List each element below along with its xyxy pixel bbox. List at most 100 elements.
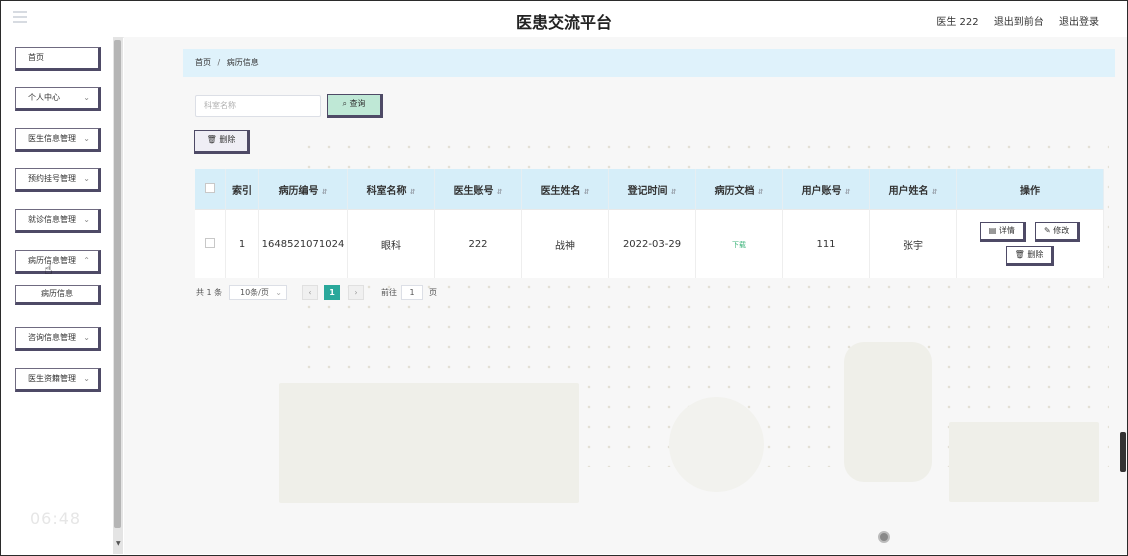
sidebar-subitem-medical-record-info[interactable]: 病历信息 xyxy=(15,285,101,305)
side-handle[interactable] xyxy=(1120,432,1126,472)
download-link[interactable]: 下载 xyxy=(732,241,746,249)
chevron-right-icon: › xyxy=(354,288,358,297)
column-header-user-name[interactable]: 用户姓名 ⇵ xyxy=(869,169,957,210)
sidebar-item-label: 就诊信息管理 xyxy=(28,215,76,224)
batch-delete-button[interactable]: 🗑 删除 xyxy=(194,130,250,154)
document-cell: 下载 xyxy=(695,209,783,278)
sidebar-item-profile[interactable]: 个人中心 ⌄ xyxy=(15,87,101,111)
select-all-cell xyxy=(195,169,226,210)
department-search-input[interactable]: 科室名称 xyxy=(195,95,321,117)
video-timestamp: 06:48 xyxy=(30,509,82,528)
date-cell: 2022-03-29 xyxy=(608,209,696,278)
chevron-down-icon: ⌄ xyxy=(83,174,90,183)
sidebar-scrollbar-thumb[interactable] xyxy=(114,40,121,528)
user-label: 医生 222 xyxy=(936,17,979,28)
sort-icon[interactable]: ⇵ xyxy=(758,188,764,196)
sidebar: 首页 个人中心 ⌄ 医生信息管理 ⌄ 预约挂号管理 ⌄ 就诊信息管理 ⌄ 病历信… xyxy=(1,37,113,554)
sidebar-item-consultation[interactable]: 咨询信息管理 ⌄ xyxy=(15,327,101,351)
sidebar-item-label: 个人中心 xyxy=(28,93,60,102)
sidebar-item-label: 病历信息 xyxy=(41,289,73,298)
detail-button[interactable]: ▤ 详情 xyxy=(979,222,1026,242)
pagination-total: 共 1 条 xyxy=(196,288,223,297)
sidebar-item-doctor-credentials[interactable]: 医生资籍管理 ⌄ xyxy=(15,368,101,392)
sort-icon[interactable]: ⇵ xyxy=(410,188,416,196)
user-name-cell: 张宇 xyxy=(869,209,957,278)
main-content: 首页 / 病历信息 科室名称 ⌕ 查询 🗑 删除 索引 病历编号 ⇵ 科室名称 ⇵ … xyxy=(124,37,1127,554)
goto-label: 前往 xyxy=(381,288,397,297)
back-to-front-link[interactable]: 退出到前台 xyxy=(994,17,1044,28)
breadcrumb-home[interactable]: 首页 xyxy=(195,58,211,67)
sidebar-item-medical-records[interactable]: 病历信息管理 ⌃ xyxy=(15,250,101,274)
column-header-department[interactable]: 科室名称 ⇵ xyxy=(347,169,435,210)
search-button[interactable]: ⌕ 查询 xyxy=(327,94,383,118)
chevron-down-icon: ⌄ xyxy=(83,374,90,383)
page-number-current[interactable]: 1 xyxy=(324,285,340,300)
loading-icon xyxy=(878,531,890,543)
background-decoration xyxy=(669,397,764,492)
chevron-down-icon: ⌄ xyxy=(275,288,282,297)
edit-button[interactable]: ✎ 修改 xyxy=(1035,222,1081,242)
hand-cursor-icon: ☝ xyxy=(44,262,53,278)
column-header-actions: 操作 xyxy=(956,169,1104,210)
trash-icon: 🗑 xyxy=(206,135,217,144)
sidebar-item-appointment[interactable]: 预约挂号管理 ⌄ xyxy=(15,168,101,192)
sort-icon[interactable]: ⇵ xyxy=(932,188,938,196)
chevron-down-icon: ⌄ xyxy=(83,134,90,143)
sidebar-item-label: 预约挂号管理 xyxy=(28,174,76,183)
row-checkbox[interactable] xyxy=(205,237,215,248)
sidebar-item-label: 咨询信息管理 xyxy=(28,333,76,342)
sidebar-item-doctor-info[interactable]: 医生信息管理 ⌄ xyxy=(15,128,101,152)
sidebar-item-home[interactable]: 首页 xyxy=(15,47,101,71)
row-select-cell xyxy=(195,209,226,278)
background-decoration xyxy=(949,422,1099,502)
background-decoration xyxy=(844,342,932,482)
sort-icon[interactable]: ⇵ xyxy=(671,188,677,196)
records-table: 索引 病历编号 ⇵ 科室名称 ⇵ 医生账号 ⇵ 医生姓名 ⇵ 登记时间 ⇵ 病历文档 ⇵ 用… xyxy=(195,169,1104,278)
sort-icon[interactable]: ⇵ xyxy=(497,188,503,196)
chevron-down-icon: ⌄ xyxy=(83,333,90,342)
doctor-name-cell: 战神 xyxy=(521,209,609,278)
doctor-account-cell: 222 xyxy=(434,209,522,278)
breadcrumb: 首页 / 病历信息 xyxy=(183,49,1115,77)
row-delete-button[interactable]: 🗑 删除 xyxy=(1005,246,1055,266)
sidebar-item-label: 医生信息管理 xyxy=(28,134,76,143)
sort-icon[interactable]: ⇵ xyxy=(845,188,851,196)
document-icon: ▤ xyxy=(988,226,997,235)
trash-icon: 🗑 xyxy=(1014,250,1025,259)
table-header-row: 索引 病历编号 ⇵ 科室名称 ⇵ 医生账号 ⇵ 医生姓名 ⇵ 登记时间 ⇵ 病历文档 ⇵ 用… xyxy=(195,169,1104,210)
pencil-icon: ✎ xyxy=(1044,226,1051,235)
column-header-index: 索引 xyxy=(225,169,259,210)
column-header-doctor-name[interactable]: 医生姓名 ⇵ xyxy=(521,169,609,210)
chevron-down-icon: ⌄ xyxy=(83,215,90,224)
record-no-cell: 1648521071024 xyxy=(258,209,348,278)
user-account-cell: 111 xyxy=(782,209,870,278)
column-header-user-account[interactable]: 用户账号 ⇵ xyxy=(782,169,870,210)
search-button-label: 查询 xyxy=(349,99,366,108)
goto-unit: 页 xyxy=(429,288,437,297)
page-size-select[interactable]: 10条/页 ⌄ xyxy=(229,285,287,300)
goto-page-input[interactable]: 1 xyxy=(401,285,423,300)
column-header-document[interactable]: 病历文档 ⇵ xyxy=(695,169,783,210)
column-header-record-no[interactable]: 病历编号 ⇵ xyxy=(258,169,348,210)
column-header-date[interactable]: 登记时间 ⇵ xyxy=(608,169,696,210)
sort-icon[interactable]: ⇵ xyxy=(584,188,590,196)
sidebar-item-visit-info[interactable]: 就诊信息管理 ⌄ xyxy=(15,209,101,233)
search-icon: ⌕ xyxy=(342,99,347,108)
breadcrumb-current: 病历信息 xyxy=(226,58,259,67)
sidebar-item-label: 首页 xyxy=(28,53,44,62)
select-all-checkbox[interactable] xyxy=(205,182,215,193)
sort-icon[interactable]: ⇵ xyxy=(322,188,328,196)
chevron-up-icon: ⌃ xyxy=(83,256,90,265)
chevron-down-icon: ⌄ xyxy=(83,93,90,102)
scroll-down-arrow-icon[interactable]: ▼ xyxy=(116,540,121,547)
logout-link[interactable]: 退出登录 xyxy=(1059,17,1099,28)
table-row: 1 1648521071024 眼科 222 战神 2022-03-29 下载 … xyxy=(195,209,1104,278)
chevron-left-icon: ‹ xyxy=(308,288,312,297)
header-actions: 医生 222 退出到前台 退出登录 xyxy=(924,13,1099,28)
prev-page-button[interactable]: ‹ xyxy=(302,285,318,300)
top-header: 医患交流平台 医生 222 退出到前台 退出登录 xyxy=(1,1,1127,38)
background-decoration xyxy=(279,383,579,503)
next-page-button[interactable]: › xyxy=(348,285,364,300)
delete-button-label: 删除 xyxy=(219,135,236,144)
column-header-doctor-account[interactable]: 医生账号 ⇵ xyxy=(434,169,522,210)
